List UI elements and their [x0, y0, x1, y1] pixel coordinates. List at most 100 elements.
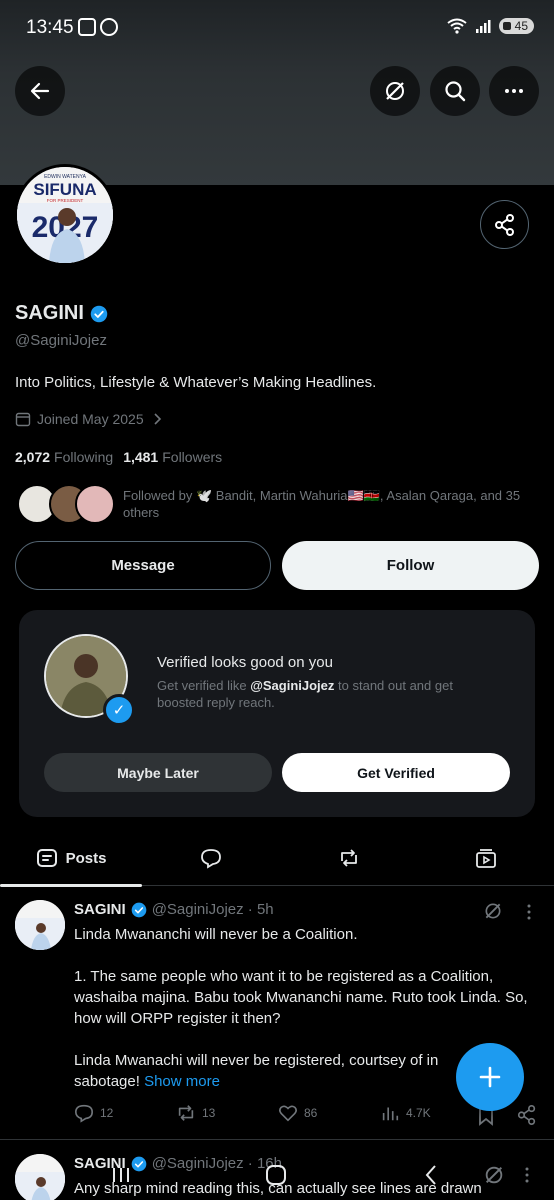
tab-posts-label: Posts: [65, 849, 107, 867]
follow-stats: 2,072 Following 1,481 Followers: [15, 449, 222, 465]
more-button[interactable]: [489, 66, 539, 116]
tab-replies[interactable]: [142, 830, 280, 886]
nav-back-button[interactable]: [416, 1160, 446, 1190]
profile-bio: Into Politics, Lifestyle & Whatever’s Ma…: [15, 374, 377, 391]
chevron-left-icon: [425, 1165, 436, 1185]
verified-badge-icon: [131, 902, 147, 917]
more-vertical-icon[interactable]: [522, 903, 536, 921]
home-button[interactable]: [261, 1160, 291, 1190]
reply-bubble-icon: [201, 849, 221, 869]
grok-icon: [386, 82, 404, 100]
campaign-poster-graphic: EDWIN WATENYA SIFUNA FOR PRESIDENT 2027: [17, 167, 113, 263]
followed-by[interactable]: Followed by 🕊️ Bandit, Martin Wahuria🇺🇸🇰…: [15, 482, 545, 526]
follow-button[interactable]: Follow: [282, 541, 539, 590]
views-icon: [382, 1107, 399, 1121]
profile-tabs: Posts: [0, 830, 554, 887]
status-time: 13:45: [26, 17, 74, 38]
grok-icon: [485, 1166, 503, 1184]
status-bar: 13:45 45: [0, 0, 554, 56]
promo-desc-handle: @SaginiJojez: [250, 678, 335, 693]
verified-promo-card: ✓ Verified looks good on you Get verifie…: [19, 610, 535, 817]
system-nav-bar: [0, 1150, 554, 1200]
heart-icon: [279, 1105, 297, 1122]
wifi-icon: [447, 18, 467, 34]
grok-icon[interactable]: [483, 901, 503, 921]
recents-button[interactable]: [106, 1160, 136, 1190]
status-notification-icons: [78, 18, 118, 36]
tweet-header: SAGINI @SaginiJojez · 5h: [74, 901, 274, 918]
tab-media[interactable]: [418, 830, 554, 886]
back-button[interactable]: [15, 66, 65, 116]
get-verified-button[interactable]: Get Verified: [282, 753, 510, 792]
promo-desc-prefix: Get verified like: [157, 678, 251, 693]
search-icon: [445, 81, 466, 102]
grok-button[interactable]: [479, 1160, 509, 1190]
more-horizontal-icon: [505, 89, 523, 93]
tweet-avatar-graphic: [15, 900, 65, 950]
profile-name: SAGINI: [15, 302, 108, 325]
status-right: 45: [447, 18, 534, 34]
share-button[interactable]: [480, 200, 529, 249]
followers-label: Followers: [162, 449, 223, 465]
tab-posts[interactable]: Posts: [0, 830, 142, 887]
home-icon: [266, 1165, 286, 1185]
views-action[interactable]: 4.7K: [380, 1103, 431, 1123]
share-icon: [494, 213, 514, 236]
following-link[interactable]: 2,072 Following: [15, 449, 113, 465]
follower-avatar: [75, 484, 115, 524]
like-count: 86: [304, 1106, 318, 1120]
reply-action[interactable]: 12: [74, 1103, 113, 1123]
tweet-body: Linda Mwananchi will never be a Coalitio…: [74, 926, 528, 1069]
profile-name-text: SAGINI: [15, 302, 84, 324]
repost-count: 13: [202, 1106, 216, 1120]
share-icon[interactable]: [516, 1104, 538, 1126]
calendar-icon: [15, 412, 31, 427]
whatsapp-icon: [100, 18, 118, 36]
battery-indicator: 45: [498, 18, 534, 34]
reply-icon: [74, 1104, 94, 1123]
more-vertical-button[interactable]: [512, 1160, 542, 1190]
verified-check-badge: ✓: [103, 694, 135, 726]
search-button[interactable]: [430, 66, 480, 116]
following-count: 2,072: [15, 449, 51, 465]
tweet-avatar[interactable]: [15, 900, 65, 950]
poster-main-text: SIFUNA: [33, 180, 96, 199]
promo-description: Get verified like @SaginiJojez to stand …: [157, 677, 497, 711]
arrow-left-icon: [30, 82, 50, 100]
compose-button[interactable]: [456, 1043, 524, 1111]
more-vertical-icon: [525, 1167, 529, 1183]
repost-action[interactable]: 13: [176, 1103, 215, 1123]
views-count: 4.7K: [406, 1106, 431, 1120]
message-button[interactable]: Message: [15, 541, 271, 590]
avatar-image: EDWIN WATENYA SIFUNA FOR PRESIDENT 2027: [17, 167, 113, 263]
followers-count: 1,481: [123, 449, 159, 465]
media-icon: [476, 849, 496, 868]
followers-link[interactable]: 1,481 Followers: [123, 449, 222, 465]
maybe-later-button[interactable]: Maybe Later: [44, 753, 272, 792]
profile-avatar[interactable]: EDWIN WATENYA SIFUNA FOR PRESIDENT 2027: [14, 164, 116, 266]
repost-icon: [178, 1105, 194, 1121]
like-action[interactable]: 86: [278, 1103, 317, 1123]
promo-title: Verified looks good on you: [157, 654, 333, 671]
joined-date[interactable]: Joined May 2025: [15, 411, 164, 427]
tab-reposts[interactable]: [280, 830, 418, 886]
tweet-meta: @SaginiJojez · 5h: [151, 901, 274, 918]
reply-count: 12: [100, 1106, 114, 1120]
plus-icon: [479, 1066, 501, 1088]
recents-icon: [113, 1168, 129, 1182]
tweet-author-name[interactable]: SAGINI: [74, 901, 126, 918]
signal-icon: [475, 20, 491, 33]
repost-icon: [341, 849, 357, 867]
tweet-divider: [0, 1139, 554, 1140]
chevron-right-icon: [154, 413, 161, 425]
screenshot-icon: [78, 18, 96, 36]
poster-sub-text: FOR PRESIDENT: [47, 198, 84, 203]
show-more-link[interactable]: Show more: [144, 1073, 220, 1090]
profile-handle: @SaginiJojez: [15, 332, 107, 349]
grok-button[interactable]: [370, 66, 420, 116]
joined-text: Joined May 2025: [37, 411, 144, 427]
posts-icon: [36, 849, 57, 867]
verified-badge-icon: [90, 305, 108, 322]
followed-by-text: Followed by 🕊️ Bandit, Martin Wahuria🇺🇸🇰…: [123, 488, 521, 520]
tweet-body-end: sabotage!: [74, 1073, 145, 1090]
